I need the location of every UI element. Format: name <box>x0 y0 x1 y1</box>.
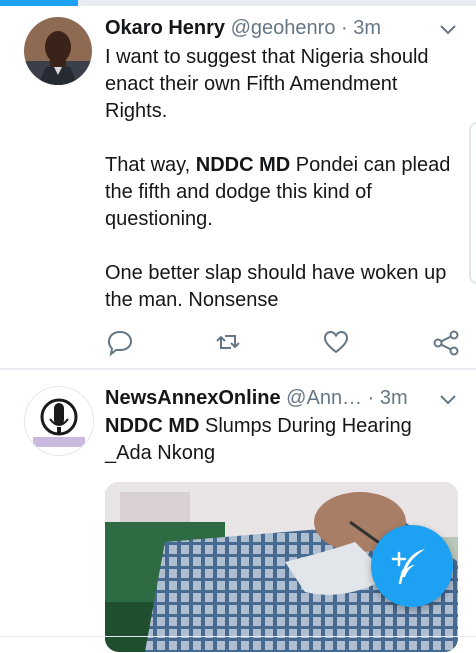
display-name[interactable]: Okaro Henry <box>105 17 225 39</box>
username[interactable]: @geohenro <box>231 17 336 39</box>
avatar[interactable] <box>24 17 92 85</box>
bold-text: NDDC MD <box>195 154 291 176</box>
tweet-header: NewsAnnexOnline @Ann… · 3m <box>105 386 408 410</box>
like-icon[interactable] <box>321 327 351 357</box>
tweet-paragraph: I want to suggest that Nigeria should en… <box>105 46 429 122</box>
chevron-down-icon[interactable] <box>438 23 458 37</box>
display-name[interactable]: NewsAnnexOnline <box>105 387 281 409</box>
side-panel-edge <box>469 122 476 284</box>
tweet-actions <box>105 327 465 357</box>
bottom-divider <box>0 636 476 637</box>
tweet-header: Okaro Henry @geohenro · 3m <box>105 16 381 40</box>
compose-tweet-icon <box>391 549 425 585</box>
compose-tweet-button[interactable] <box>371 525 453 607</box>
timestamp[interactable]: 3m <box>353 17 381 39</box>
tweet-text: I want to suggest that Nigeria should en… <box>105 44 465 314</box>
separator: · <box>367 387 375 409</box>
chevron-down-icon[interactable] <box>438 393 458 407</box>
reply-icon[interactable] <box>105 327 135 357</box>
retweet-icon[interactable] <box>213 327 243 357</box>
plain-text: That way, <box>105 154 196 176</box>
avatar[interactable] <box>24 386 94 456</box>
timestamp[interactable]: 3m <box>380 387 408 409</box>
tweet-newsannexonline[interactable]: NewsAnnexOnline @Ann… · 3m NDDC MD Slump… <box>0 370 476 653</box>
tweet-text: NDDC MD Slumps During Hearing _Ada Nkong <box>105 413 435 467</box>
tweet-paragraph: One better slap should have woken up the… <box>105 262 447 311</box>
username[interactable]: @Ann… <box>286 387 362 409</box>
separator: · <box>341 17 348 39</box>
tweet-okaro-henry[interactable]: Okaro Henry @geohenro · 3m I want to sug… <box>0 0 476 368</box>
tweet-paragraph: NDDC MD Slumps During Hearing _Ada Nkong <box>105 413 435 467</box>
share-icon[interactable] <box>431 327 461 357</box>
bold-text: NDDC MD <box>105 415 200 437</box>
tweet-paragraph: That way, NDDC MD Pondei can plead the f… <box>105 152 465 233</box>
